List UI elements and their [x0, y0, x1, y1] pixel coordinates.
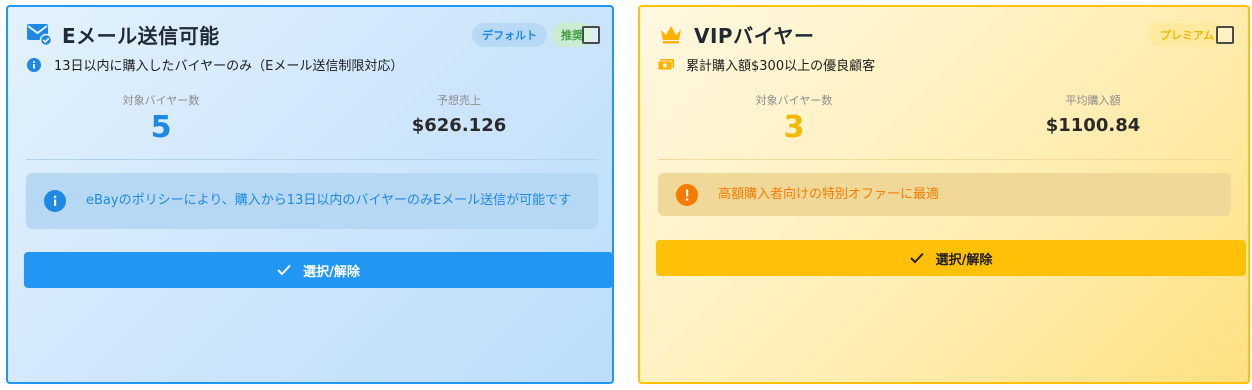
info-icon: [26, 57, 42, 73]
email-select-toggle-label: 選択/解除: [303, 264, 360, 280]
vip-card-subtitle-row: 累計購入額$300以上の優良顧客: [658, 55, 875, 74]
buyers-count-value: 5: [150, 110, 172, 145]
check-icon: [277, 264, 291, 276]
crown-icon: [658, 22, 684, 46]
buyers-count-label: 対象バイヤー数: [122, 94, 200, 107]
email-card-subtitle-row: 13日以内に購入したバイヤーのみ（Eメール送信制限対応）: [26, 55, 403, 74]
email-check-icon: [26, 22, 52, 46]
vip-card-title: VIPバイヤー: [694, 23, 815, 48]
avg-purchase-value: $1100.84: [1045, 115, 1141, 136]
email-card-divider: [26, 159, 598, 160]
cash-icon: [658, 57, 674, 73]
vip-segment-card[interactable]: VIPバイヤー プレミアム 累計購入額$300以上の優良顧客 対象バイヤー数 3…: [638, 5, 1250, 384]
vip-card-chips: プレミアム: [1148, 23, 1227, 47]
avg-purchase-label: 平均購入額: [1065, 94, 1121, 107]
vip-card-subtitle: 累計購入額$300以上の優良顧客: [686, 59, 876, 74]
buyers-count-label: 対象バイヤー数: [755, 94, 833, 107]
default-chip: デフォルト: [472, 23, 547, 47]
email-card-checkbox[interactable]: [582, 26, 600, 44]
email-select-toggle-button[interactable]: 選択/解除: [24, 252, 612, 288]
email-card-subtitle: 13日以内に購入したバイヤーのみ（Eメール送信制限対応）: [54, 59, 404, 74]
info-icon: [44, 190, 66, 212]
vip-buyers-stat: 対象バイヤー数 3: [694, 92, 894, 146]
email-segment-card[interactable]: Eメール送信可能 デフォルト 推奨 13日以内に購入したバイヤーのみ（Eメール送…: [6, 5, 614, 384]
check-icon: [909, 252, 924, 264]
premium-chip: プレミアム: [1148, 23, 1227, 47]
email-sales-stat: 予想売上 $626.126: [359, 92, 559, 136]
email-policy-notice: eBayのポリシーにより、購入から13日以内のバイヤーのみEメール送信が可能です: [26, 173, 598, 229]
email-buyers-stat: 対象バイヤー数 5: [61, 92, 261, 146]
vip-card-checkbox[interactable]: [1216, 26, 1234, 44]
expected-sales-label: 予想売上: [437, 94, 481, 107]
vip-offer-notice: 高額購入者向けの特別オファーに最適: [658, 173, 1231, 216]
vip-avg-stat: 平均購入額 $1100.84: [993, 92, 1193, 136]
vip-offer-notice-text: 高額購入者向けの特別オファーに最適: [718, 186, 940, 202]
vip-card-divider: [658, 159, 1231, 160]
expected-sales-value: $626.126: [411, 115, 507, 136]
email-card-chips: デフォルト 推奨: [472, 23, 593, 47]
vip-card-header: VIPバイヤー: [658, 19, 814, 49]
email-card-header: Eメール送信可能: [26, 19, 220, 49]
email-policy-notice-text: eBayのポリシーにより、購入から13日以内のバイヤーのみEメール送信が可能です: [86, 193, 572, 208]
email-card-title: Eメール送信可能: [62, 23, 220, 48]
buyers-count-value: 3: [783, 110, 805, 145]
alert-icon: [676, 183, 698, 206]
vip-select-toggle-button[interactable]: 選択/解除: [656, 240, 1246, 276]
vip-select-toggle-label: 選択/解除: [935, 252, 993, 268]
